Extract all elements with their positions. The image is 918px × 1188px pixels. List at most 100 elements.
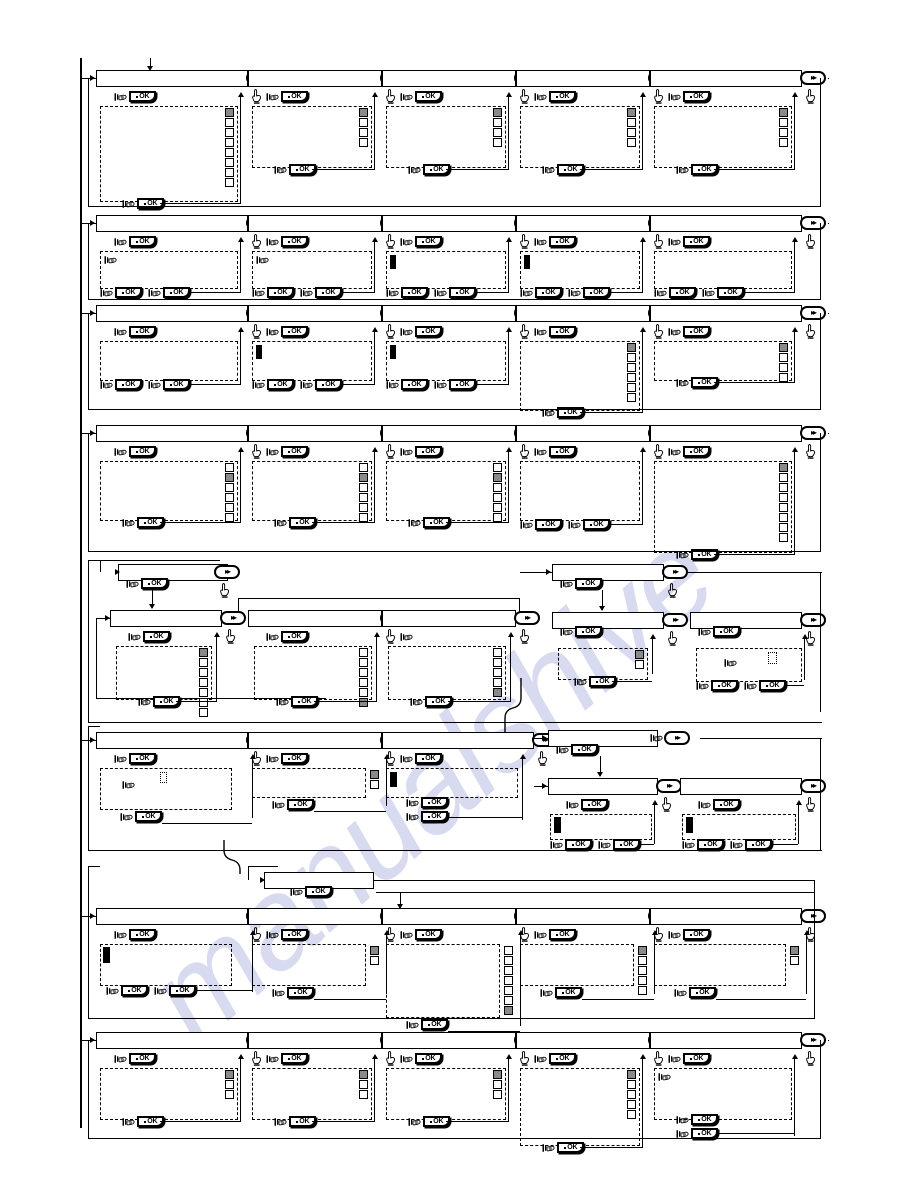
flow-row-5-select-2-key-button[interactable]: OK [143, 631, 170, 642]
scrollbar-cell[interactable] [493, 1090, 502, 1099]
scrollbar-cell[interactable] [504, 996, 513, 1005]
flow-row-8-bar-2[interactable] [248, 1032, 382, 1049]
scrollbar-cell-active[interactable] [627, 1070, 636, 1079]
scrollbar-cell[interactable] [493, 483, 502, 492]
scrollbar-cell[interactable] [359, 1080, 368, 1089]
scrollbar-cell[interactable] [370, 956, 379, 965]
flow-row-1-bar-1[interactable] [96, 70, 248, 87]
flow-row-7-confirm-a-2-key-button[interactable]: OK [121, 985, 148, 996]
flow-row-8-bar-4[interactable] [516, 1032, 650, 1049]
scrollbar-cell[interactable] [225, 1080, 234, 1089]
flow-row-5-scrollbar-6[interactable] [635, 650, 644, 669]
flow-row-6-next-key-5[interactable]: ▸▸ [656, 779, 682, 793]
scrollbar-cell-active[interactable] [779, 463, 788, 472]
flow-row-3-next-key-5[interactable]: ▸▸ [800, 306, 826, 320]
scrollbar-cell-active[interactable] [779, 108, 788, 117]
scrollbar-cell[interactable] [493, 493, 502, 502]
flow-row-8-select-3-key-button[interactable]: OK [415, 1053, 442, 1064]
flow-row-6-next-key-6[interactable]: ▸▸ [800, 779, 826, 793]
flow-row-5-next-key-6[interactable]: ▸▸ [662, 613, 688, 627]
scrollbar-cell[interactable] [627, 393, 636, 402]
scrollbar-cell[interactable] [493, 138, 502, 147]
scrollbar-cell[interactable] [199, 678, 208, 687]
flow-row-5-next-key-7[interactable]: ▸▸ [800, 613, 826, 627]
flow-row-5-bar-3[interactable] [248, 610, 382, 627]
flow-row-7-scrollbar-4[interactable] [504, 946, 513, 1015]
scrollbar-cell-active[interactable] [225, 1070, 234, 1079]
scrollbar-cell[interactable] [627, 363, 636, 372]
flow-row-4-scrollbar-3[interactable] [493, 463, 502, 522]
flow-row-8-bar-5[interactable] [650, 1032, 802, 1049]
flow-row-5-confirm-a-7-key-button[interactable]: OK [711, 680, 738, 691]
flow-row-4-select-5-key-button[interactable]: OK [683, 446, 710, 457]
scrollbar-cell[interactable] [779, 118, 788, 127]
flow-row-5-scrollbar-2[interactable] [199, 648, 208, 717]
flow-row-6-select-6-key-button[interactable]: OK [713, 799, 740, 810]
flow-row-1-next-key-5[interactable]: ▸▸ [800, 71, 826, 85]
flow-row-8-next-key-5[interactable]: ▸▸ [800, 1033, 826, 1047]
scrollbar-cell[interactable] [779, 513, 788, 522]
flow-row-4-select-1-key-button[interactable]: OK [129, 446, 156, 457]
flow-row-3-bar-1[interactable] [96, 305, 248, 322]
scrollbar-cell[interactable] [638, 986, 647, 995]
flow-row-6-select-1-key-button[interactable]: OK [129, 753, 156, 764]
scrollbar-cell-active[interactable] [635, 650, 644, 659]
flow-row-2-bar-2[interactable] [248, 215, 382, 232]
flow-row-6-scrollbar-2[interactable] [370, 770, 379, 789]
scrollbar-cell-active[interactable] [493, 1070, 502, 1079]
scrollbar-cell[interactable] [779, 503, 788, 512]
scrollbar-cell[interactable] [199, 658, 208, 667]
scrollbar-cell-active[interactable] [779, 343, 788, 352]
scrollbar-cell[interactable] [493, 118, 502, 127]
flow-row-5-bar-2[interactable] [110, 610, 222, 627]
flow-row-4-bar-1[interactable] [96, 425, 248, 442]
scrollbar-cell[interactable] [493, 678, 502, 687]
flow-row-2-select-2-key-button[interactable]: OK [281, 236, 308, 247]
flow-row-2-confirm-b-4-key-button[interactable]: OK [583, 287, 610, 298]
flow-row-5-scrollbar-3[interactable] [359, 648, 368, 707]
scrollbar-cell[interactable] [493, 668, 502, 677]
scrollbar-cell[interactable] [199, 708, 208, 717]
scrollbar-cell-active[interactable] [370, 946, 379, 955]
flow-row-7-bar-5[interactable] [516, 908, 650, 925]
scrollbar-cell[interactable] [504, 966, 513, 975]
flow-row-4-select-4-key-button[interactable]: OK [549, 446, 576, 457]
flow-row-3-bar-4[interactable] [516, 305, 650, 322]
flow-row-3-confirm-a-3-key-button[interactable]: OK [401, 379, 428, 390]
scrollbar-cell[interactable] [225, 138, 234, 147]
flow-row-2-bar-4[interactable] [516, 215, 650, 232]
flow-row-2-select-1-key-button[interactable]: OK [129, 236, 156, 247]
flow-row-3-select-5-key-button[interactable]: OK [683, 326, 710, 337]
flow-row-5-next-key-1[interactable]: ▸▸ [214, 565, 240, 579]
flow-row-4-scrollbar-2[interactable] [359, 463, 368, 522]
flow-row-3-scrollbar-4[interactable] [627, 343, 636, 402]
flow-row-6-confirm-b-6-key-button[interactable]: OK [745, 839, 772, 850]
flow-row-6-confirm-a-3-key-button[interactable]: OK [421, 797, 448, 808]
scrollbar-cell[interactable] [504, 946, 513, 955]
flow-row-5-next-key-5[interactable]: ▸▸ [662, 565, 688, 579]
flow-row-1-select-4-key-button[interactable]: OK [549, 91, 576, 102]
scrollbar-cell-active[interactable] [225, 473, 234, 482]
scrollbar-cell[interactable] [359, 688, 368, 697]
flow-row-7-scrollbar-5[interactable] [638, 946, 647, 995]
scrollbar-cell[interactable] [779, 128, 788, 137]
flow-row-2-confirm-b-1-key-button[interactable]: OK [163, 287, 190, 298]
scrollbar-cell-active[interactable] [790, 946, 799, 955]
flow-row-2-confirm-a-4-key-button[interactable]: OK [535, 287, 562, 298]
scrollbar-cell[interactable] [359, 668, 368, 677]
flow-row-4-confirm-b-4-key-button[interactable]: OK [583, 519, 610, 530]
flow-row-3-select-3-key-button[interactable]: OK [415, 326, 442, 337]
flow-row-4-select-3-key-button[interactable]: OK [415, 446, 442, 457]
scrollbar-cell[interactable] [627, 373, 636, 382]
flow-row-8-select-5-key-button[interactable]: OK [683, 1053, 710, 1064]
flow-row-7-select-5-key-button[interactable]: OK [549, 929, 576, 940]
scrollbar-cell[interactable] [635, 660, 644, 669]
flow-row-1-scrollbar-4[interactable] [627, 108, 636, 147]
flow-row-6-confirm-1-key-button[interactable]: OK [135, 811, 162, 822]
scrollbar-cell-active[interactable] [493, 473, 502, 482]
flow-row-8-scrollbar-3[interactable] [493, 1070, 502, 1099]
scrollbar-cell[interactable] [493, 128, 502, 137]
scrollbar-cell[interactable] [359, 493, 368, 502]
scrollbar-cell[interactable] [359, 513, 368, 522]
scrollbar-cell[interactable] [359, 678, 368, 687]
